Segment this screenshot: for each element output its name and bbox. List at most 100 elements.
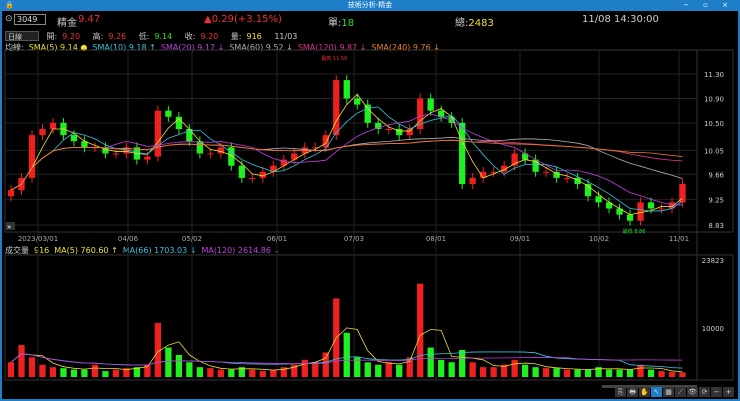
price-tick: 9.25 <box>708 196 724 204</box>
candle <box>249 177 256 179</box>
date-tick: 07/03 <box>344 235 364 243</box>
date-tick: 11/01 <box>669 235 689 243</box>
candle <box>238 165 245 178</box>
volume-tick: 10000 <box>702 325 724 333</box>
volume-bar <box>165 347 172 377</box>
volume-bar <box>574 369 581 377</box>
ma-line <box>10 113 683 206</box>
candle <box>438 110 445 117</box>
volume-bar <box>175 354 183 377</box>
volume-bar <box>521 364 529 377</box>
volume-bar <box>81 369 88 377</box>
price-chart[interactable]: 2023/03/01 04/06 05/02 06/01 07/03 08/01 09/01… <box>2 0 740 401</box>
volume-bar <box>18 345 25 377</box>
candle <box>626 214 634 221</box>
high-label: 最高 11.50 <box>321 55 347 62</box>
toolbar-button[interactable]: − <box>711 387 722 397</box>
candle <box>469 177 476 185</box>
volume-bar <box>7 362 15 377</box>
volume-bar <box>647 369 655 377</box>
volume-bar <box>375 364 382 377</box>
toolbar-button[interactable]: 🖶 <box>627 387 638 397</box>
volume-bar <box>626 369 634 377</box>
toolbar-button[interactable]: ⟋ <box>675 387 686 397</box>
candle <box>154 110 162 157</box>
price-tick: 8.83 <box>708 222 724 230</box>
candle <box>668 202 676 209</box>
volume-bar <box>459 349 466 377</box>
volume-bar <box>605 369 613 377</box>
candle <box>658 208 665 210</box>
candle <box>595 196 602 203</box>
volume-bar <box>301 359 308 377</box>
volume-bar <box>553 368 560 377</box>
price-tick: 10.50 <box>704 120 724 128</box>
candle <box>343 80 350 99</box>
volume-bar <box>385 362 392 377</box>
price-tick: 9.66 <box>708 171 724 179</box>
volume-bar <box>343 332 350 377</box>
date-tick: 10/02 <box>589 235 609 243</box>
candle <box>70 135 78 142</box>
volume-bar <box>49 367 57 377</box>
date-tick: 2023/03/01 <box>18 235 58 243</box>
volume-bar <box>312 362 319 377</box>
volume-bar <box>417 283 424 377</box>
low-label: 最低 8.86 <box>623 228 646 235</box>
candle <box>459 122 466 185</box>
candle <box>165 110 172 117</box>
candle <box>563 177 571 179</box>
toolbar-button[interactable]: ✋ <box>639 387 650 397</box>
toolbar-button[interactable]: ⎘ <box>615 387 626 397</box>
toolbar-button[interactable]: ▦ <box>663 387 674 397</box>
price-tick: 11.30 <box>704 71 724 79</box>
toolbar-button[interactable]: + <box>723 387 734 397</box>
volume-bar <box>39 364 46 377</box>
volume-bar <box>532 367 539 377</box>
double-chevron-icon: » <box>7 223 11 231</box>
volume-panel <box>4 254 734 381</box>
candle <box>637 202 644 221</box>
price-tick: 10.90 <box>704 95 724 103</box>
volume-bar <box>668 372 676 377</box>
candle <box>354 98 361 105</box>
volume-bar <box>542 368 550 377</box>
volume-bar <box>259 371 266 377</box>
candle <box>385 129 392 131</box>
volume-bar <box>249 369 256 377</box>
app-window: 🔒 技術分析-精金 − ▫ × ⊙ 3049 精金 9.47 ▲0.29(+3.15… <box>0 0 740 401</box>
candle <box>228 147 235 166</box>
candle <box>7 190 15 197</box>
volume-bar <box>196 367 204 377</box>
toolbar-button[interactable]: ↖ <box>651 387 662 397</box>
toolbar-button[interactable]: 👁 <box>687 387 698 397</box>
candle <box>364 104 371 123</box>
volume-bar <box>396 364 403 377</box>
chart-toolbar: ⎘ 🖶 ✋ ↖ ▦ ⟋ 👁 ⟳ − + <box>615 387 734 397</box>
volume-bar <box>448 362 455 377</box>
volume-bar <box>511 359 518 377</box>
volume-bar <box>563 369 571 377</box>
volume-bar <box>228 369 235 377</box>
volume-tick: 23823 <box>702 257 724 265</box>
volume-bar <box>322 352 329 377</box>
volume-bar <box>217 369 224 377</box>
volume-bar <box>584 369 592 377</box>
price-panel <box>4 49 734 233</box>
candle <box>427 98 434 111</box>
volume-bar <box>186 362 193 377</box>
date-tick: 08/01 <box>426 235 446 243</box>
volume-bar <box>616 369 623 377</box>
date-tick: 09/01 <box>510 235 530 243</box>
candle <box>39 129 46 136</box>
volume-bar <box>438 359 445 377</box>
volume-bar <box>364 362 371 377</box>
volume-bar <box>480 367 487 377</box>
candle <box>112 153 120 155</box>
volume-bar <box>102 371 109 377</box>
volume-bar <box>658 371 665 377</box>
volume-bar <box>70 369 78 377</box>
volume-bar <box>207 368 214 377</box>
toolbar-button[interactable]: ⟳ <box>699 387 710 397</box>
candle <box>542 171 550 173</box>
